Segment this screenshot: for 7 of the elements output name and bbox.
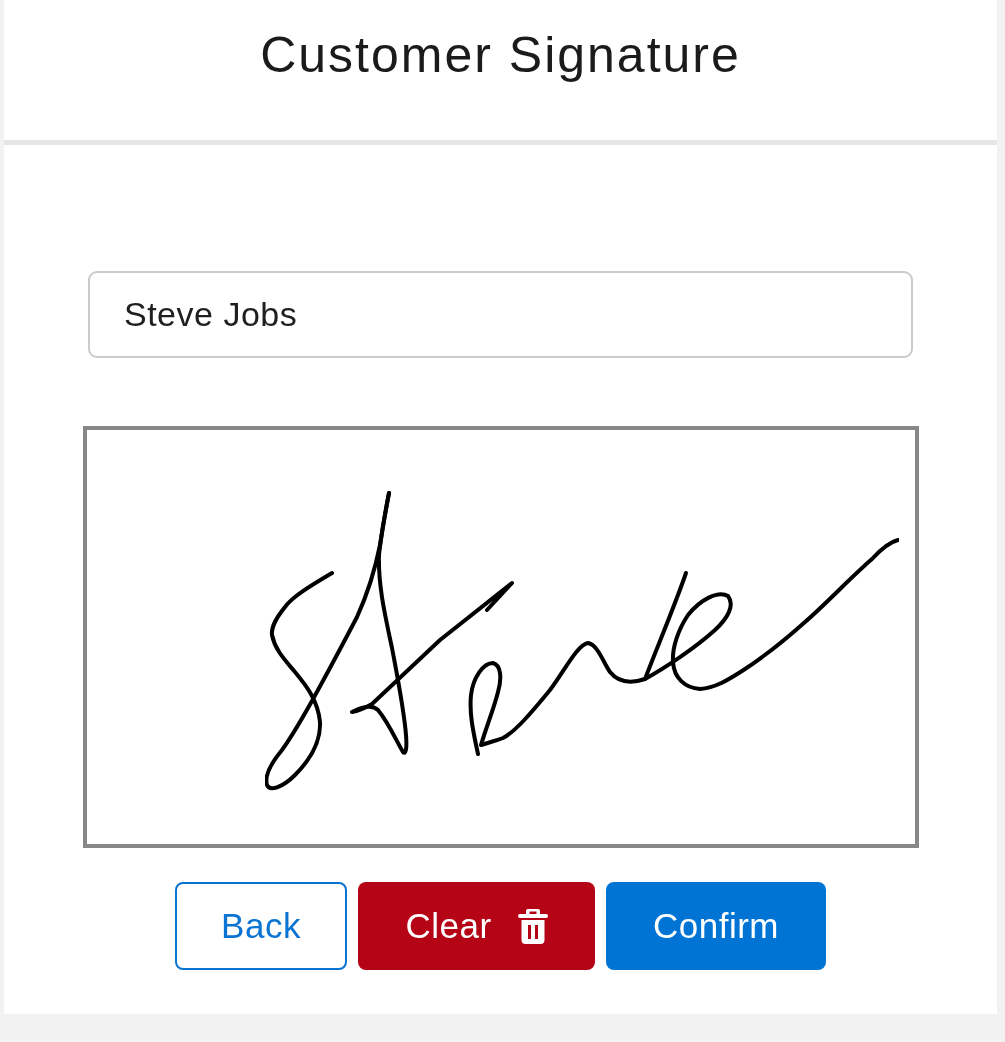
signature-pad[interactable] — [82, 426, 919, 848]
page-title: Customer Signature — [260, 27, 741, 85]
button-label: Clear — [405, 906, 492, 946]
name-input[interactable]: Steve Jobs — [88, 271, 913, 358]
clear-button[interactable]: Clear — [358, 882, 595, 970]
confirm-button[interactable]: Confirm — [606, 882, 826, 970]
back-button[interactable]: Back — [175, 882, 347, 970]
